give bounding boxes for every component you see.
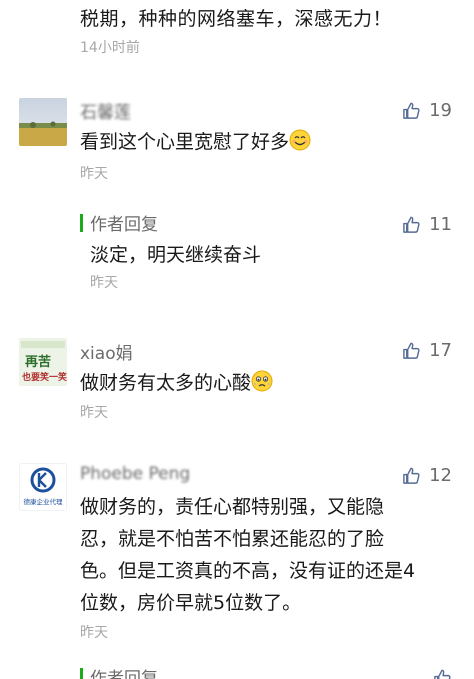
reply-like-button[interactable]: 11: [402, 214, 452, 235]
like-button[interactable]: 17: [402, 340, 452, 361]
comment-text-content: 看到这个心里宽慰了好多: [80, 131, 290, 153]
like-count: 19: [429, 100, 452, 121]
avatar-text: 德康企业代理: [24, 497, 64, 506]
comment-time: 14小时前: [80, 40, 140, 56]
commenter-name[interactable]: Phoebe Peng: [80, 464, 190, 484]
thumbs-up-icon: [402, 101, 421, 120]
like-count: 12: [429, 465, 452, 486]
avatar-text-2: 也要笑一笑: [22, 371, 67, 383]
reply-accent-bar: [80, 214, 83, 232]
like-button[interactable]: 12: [402, 465, 452, 486]
comment-text-content: 做财务有太多的心酸: [80, 372, 252, 394]
comment-line: 位数，房价早就5位数了。: [80, 592, 302, 614]
like-count: 17: [429, 340, 452, 361]
avatar[interactable]: [19, 98, 67, 146]
comment-text: 税期，种种的网络塞车，深感无力！: [80, 8, 393, 30]
comment-time: 昨天: [80, 405, 108, 421]
comment-text: 做财务的，责任心都特别强，又能隐 忍，就是不怕苦不怕累还能忍的了脸 色。但是工资…: [80, 491, 440, 619]
comment-line: 做财务的，责任心都特别强，又能隐: [80, 496, 385, 518]
reply-label: 作者回复: [90, 215, 158, 235]
thumbs-up-icon: [402, 466, 421, 485]
thumbs-up-icon: [433, 668, 452, 679]
smile-emoji-icon: [289, 129, 311, 151]
comment-text: 做财务有太多的心酸: [80, 367, 273, 399]
thumbs-up-icon: [402, 215, 421, 234]
avatar[interactable]: 德康企业代理: [19, 463, 67, 511]
reply-time: 昨天: [90, 275, 118, 291]
reply-like-button[interactable]: [433, 668, 452, 679]
reply-accent-bar: [80, 668, 83, 679]
avatar[interactable]: 再苦 也要笑一笑: [19, 338, 67, 386]
avatar-text-1: 再苦: [25, 354, 51, 370]
like-count: 11: [429, 214, 452, 235]
like-button[interactable]: 19: [402, 100, 452, 121]
commenter-name[interactable]: 石馨莲: [80, 98, 131, 123]
reply-text: 淡定，明天继续奋斗: [90, 244, 262, 266]
sad-emoji-icon: [251, 370, 273, 392]
comment-time: 昨天: [80, 166, 108, 182]
thumbs-up-icon: [402, 341, 421, 360]
comment-line: 忍，就是不怕苦不怕累还能忍的了脸: [80, 528, 385, 550]
comment-time: 昨天: [80, 625, 108, 641]
comment-line: 色。但是工资真的不高，没有证的还是4: [80, 560, 416, 582]
commenter-name[interactable]: xiao娟: [80, 339, 133, 364]
reply-label: 作者回复: [90, 669, 158, 679]
comment-text: 看到这个心里宽慰了好多: [80, 126, 311, 158]
